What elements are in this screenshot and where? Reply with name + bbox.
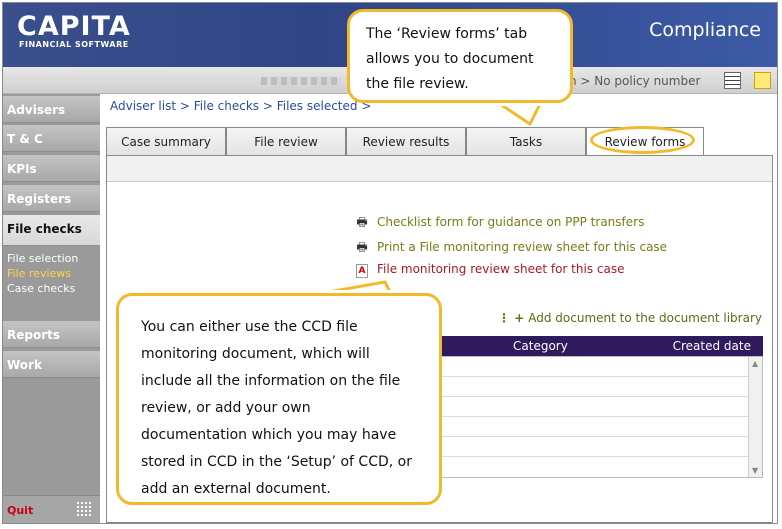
nav-registers[interactable]: Registers <box>3 185 100 212</box>
review-forms-callout: The ‘Review forms’ tab allows you to doc… <box>347 9 573 103</box>
logo-subtitle: FINANCIAL SOFTWARE <box>19 40 129 49</box>
checklist-link-row[interactable]: 🖶 Checklist form for guidance on PPP tran… <box>355 213 644 234</box>
documents-grid: ▲ ▼ <box>407 356 763 478</box>
nav-kpis[interactable]: KPIs <box>3 155 100 182</box>
sidebar-footer: Quit <box>3 495 100 523</box>
policy-breadcrumb: n > No policy number <box>569 74 701 88</box>
nav-t-and-c[interactable]: T & C <box>3 125 100 152</box>
ccd-document-callout-text: You can either use the CCD file monitori… <box>141 319 412 497</box>
nav-work[interactable]: Work <box>3 351 100 378</box>
note-icon[interactable] <box>754 72 771 89</box>
table-row[interactable] <box>408 377 748 397</box>
tab-case-summary[interactable]: Case summary <box>106 127 226 156</box>
add-document-button[interactable]: ⋮ + Add document to the document library <box>498 311 762 325</box>
add-document-label: Add document to the document library <box>528 311 762 325</box>
grid-scrollbar[interactable]: ▲ ▼ <box>748 357 762 477</box>
file-checks-submenu: File selection File reviews Case checks <box>3 248 100 300</box>
table-row[interactable] <box>408 397 748 417</box>
review-sheet-link[interactable]: File monitoring review sheet for this ca… <box>377 262 624 276</box>
tab-review-results[interactable]: Review results <box>346 127 466 156</box>
grid-menu-icon[interactable] <box>76 501 92 517</box>
app-name: Compliance <box>649 19 761 41</box>
documents-grid-header: Category Created date <box>407 336 763 356</box>
printer-icon: 🖶 <box>356 240 368 254</box>
nav-reports[interactable]: Reports <box>3 321 100 348</box>
quit-button[interactable]: Quit <box>7 504 33 517</box>
printer-icon: 🖶 <box>356 215 368 229</box>
redacted-client-name <box>261 77 341 85</box>
table-row[interactable] <box>408 357 748 377</box>
table-row[interactable] <box>408 417 748 437</box>
column-category[interactable]: Category <box>513 339 568 353</box>
table-icon[interactable] <box>724 72 741 89</box>
left-navigation: Advisers T & C KPIs Registers File check… <box>3 94 100 523</box>
subnav-file-reviews[interactable]: File reviews <box>7 267 71 280</box>
nav-file-checks[interactable]: File checks <box>3 215 100 246</box>
subnav-case-checks[interactable]: Case checks <box>7 282 75 295</box>
print-sheet-link[interactable]: Print a File monitoring review sheet for… <box>377 240 667 254</box>
capita-logo: CAPITA <box>17 11 131 42</box>
panel-header-strip <box>107 156 772 182</box>
breadcrumb[interactable]: Adviser list > File checks > Files selec… <box>110 99 371 113</box>
ccd-document-callout: You can either use the CCD file monitori… <box>116 293 442 505</box>
review-forms-callout-text: The ‘Review forms’ tab allows you to doc… <box>366 26 534 92</box>
scroll-up-icon[interactable]: ▲ <box>752 359 758 368</box>
review-sheet-link-row[interactable]: A File monitoring review sheet for this c… <box>355 262 624 278</box>
column-created-date[interactable]: Created date <box>673 339 751 353</box>
subnav-file-selection[interactable]: File selection <box>7 252 78 265</box>
plus-icon: ⋮ + <box>498 311 525 325</box>
print-sheet-link-row[interactable]: 🖶 Print a File monitoring review sheet fo… <box>355 238 667 259</box>
tab-tasks[interactable]: Tasks <box>466 127 586 156</box>
tab-highlight-ring <box>590 126 695 154</box>
checklist-link[interactable]: Checklist form for guidance on PPP trans… <box>377 215 644 229</box>
scroll-down-icon[interactable]: ▼ <box>752 466 758 475</box>
pdf-icon: A <box>355 262 369 278</box>
table-row[interactable] <box>408 437 748 457</box>
nav-advisers[interactable]: Advisers <box>3 96 100 123</box>
tab-file-review[interactable]: File review <box>226 127 346 156</box>
